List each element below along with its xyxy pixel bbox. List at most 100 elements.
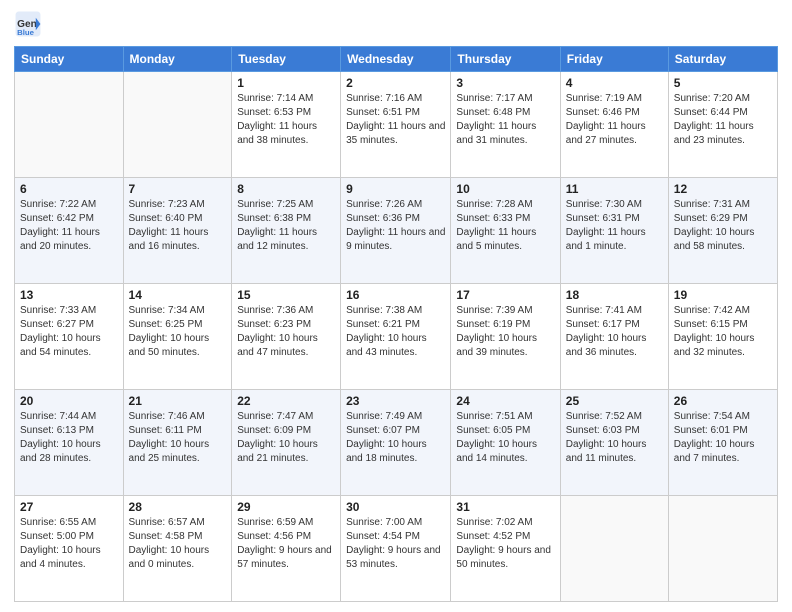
cell-day-number: 1	[237, 76, 335, 90]
weekday-wednesday: Wednesday	[341, 47, 451, 72]
calendar-cell	[15, 72, 124, 178]
cell-sun-info: Sunrise: 7:30 AMSunset: 6:31 PMDaylight:…	[566, 198, 663, 254]
calendar-cell: 17 Sunrise: 7:39 AMSunset: 6:19 PMDayligh…	[451, 284, 560, 390]
calendar-cell	[123, 72, 232, 178]
cell-day-number: 26	[674, 394, 772, 408]
calendar-cell: 9 Sunrise: 7:26 AMSunset: 6:36 PMDaylight…	[341, 178, 451, 284]
cell-day-number: 4	[566, 76, 663, 90]
cell-day-number: 11	[566, 182, 663, 196]
calendar-cell: 11 Sunrise: 7:30 AMSunset: 6:31 PMDayligh…	[560, 178, 668, 284]
logo: Gen Blue	[14, 10, 46, 38]
calendar-cell: 28Sunrise: 6:57 AMSunset: 4:58 PMDayligh…	[123, 496, 232, 602]
weekday-header-row: SundayMondayTuesdayWednesdayThursdayFrid…	[15, 47, 778, 72]
cell-sun-info: Sunrise: 7:14 AMSunset: 6:53 PMDaylight:…	[237, 92, 335, 148]
weekday-monday: Monday	[123, 47, 232, 72]
cell-sun-info: Sunrise: 6:55 AMSunset: 5:00 PMDaylight:…	[20, 516, 118, 572]
calendar-cell: 29 Sunrise: 6:59 AMSunset: 4:56 PMDayligh…	[232, 496, 341, 602]
weekday-tuesday: Tuesday	[232, 47, 341, 72]
cell-sun-info: Sunrise: 7:20 AMSunset: 6:44 PMDaylight:…	[674, 92, 772, 148]
weekday-friday: Friday	[560, 47, 668, 72]
cell-sun-info: Sunrise: 7:41 AMSunset: 6:17 PMDaylight:…	[566, 304, 663, 360]
calendar-cell: 19Sunrise: 7:42 AMSunset: 6:15 PMDayligh…	[668, 284, 777, 390]
cell-day-number: 5	[674, 76, 772, 90]
calendar-cell: 5 Sunrise: 7:20 AMSunset: 6:44 PMDaylight…	[668, 72, 777, 178]
calendar-cell: 31Sunrise: 7:02 AMSunset: 4:52 PMDayligh…	[451, 496, 560, 602]
calendar-cell: 27 Sunrise: 6:55 AMSunset: 5:00 PMDayligh…	[15, 496, 124, 602]
calendar-cell	[560, 496, 668, 602]
cell-day-number: 29	[237, 500, 335, 514]
cell-day-number: 3	[456, 76, 554, 90]
calendar-cell: 6 Sunrise: 7:22 AMSunset: 6:42 PMDaylight…	[15, 178, 124, 284]
cell-sun-info: Sunrise: 7:28 AMSunset: 6:33 PMDaylight:…	[456, 198, 554, 254]
week-row-2: 6 Sunrise: 7:22 AMSunset: 6:42 PMDaylight…	[15, 178, 778, 284]
week-row-3: 13 Sunrise: 7:33 AMSunset: 6:27 PMDayligh…	[15, 284, 778, 390]
calendar-cell: 13 Sunrise: 7:33 AMSunset: 6:27 PMDayligh…	[15, 284, 124, 390]
cell-day-number: 18	[566, 288, 663, 302]
calendar-cell: 8Sunrise: 7:25 AMSunset: 6:38 PMDaylight…	[232, 178, 341, 284]
cell-day-number: 9	[346, 182, 445, 196]
calendar-cell: 1 Sunrise: 7:14 AMSunset: 6:53 PMDaylight…	[232, 72, 341, 178]
calendar-cell: 12 Sunrise: 7:31 AMSunset: 6:29 PMDayligh…	[668, 178, 777, 284]
cell-sun-info: Sunrise: 7:49 AMSunset: 6:07 PMDaylight:…	[346, 410, 445, 466]
cell-day-number: 16	[346, 288, 445, 302]
calendar-table: SundayMondayTuesdayWednesdayThursdayFrid…	[14, 46, 778, 602]
cell-day-number: 24	[456, 394, 554, 408]
cell-sun-info: Sunrise: 7:34 AMSunset: 6:25 PMDaylight:…	[129, 304, 227, 360]
cell-day-number: 30	[346, 500, 445, 514]
cell-day-number: 23	[346, 394, 445, 408]
calendar-cell: 4 Sunrise: 7:19 AMSunset: 6:46 PMDaylight…	[560, 72, 668, 178]
cell-day-number: 13	[20, 288, 118, 302]
cell-day-number: 7	[129, 182, 227, 196]
cell-day-number: 25	[566, 394, 663, 408]
cell-sun-info: Sunrise: 7:22 AMSunset: 6:42 PMDaylight:…	[20, 198, 118, 254]
cell-sun-info: Sunrise: 7:39 AMSunset: 6:19 PMDaylight:…	[456, 304, 554, 360]
cell-day-number: 14	[129, 288, 227, 302]
cell-day-number: 10	[456, 182, 554, 196]
calendar-cell: 25Sunrise: 7:52 AMSunset: 6:03 PMDayligh…	[560, 390, 668, 496]
logo-icon: Gen Blue	[14, 10, 42, 38]
cell-sun-info: Sunrise: 7:36 AMSunset: 6:23 PMDaylight:…	[237, 304, 335, 360]
calendar-cell: 20 Sunrise: 7:44 AMSunset: 6:13 PMDayligh…	[15, 390, 124, 496]
page: Gen Blue SundayMondayTuesdayWednesdayThu…	[0, 0, 792, 612]
calendar-cell: 7Sunrise: 7:23 AMSunset: 6:40 PMDaylight…	[123, 178, 232, 284]
cell-sun-info: Sunrise: 7:44 AMSunset: 6:13 PMDaylight:…	[20, 410, 118, 466]
cell-sun-info: Sunrise: 7:38 AMSunset: 6:21 PMDaylight:…	[346, 304, 445, 360]
cell-day-number: 27	[20, 500, 118, 514]
calendar-cell: 30 Sunrise: 7:00 AMSunset: 4:54 PMDayligh…	[341, 496, 451, 602]
cell-day-number: 15	[237, 288, 335, 302]
week-row-1: 1 Sunrise: 7:14 AMSunset: 6:53 PMDaylight…	[15, 72, 778, 178]
calendar-cell: 24Sunrise: 7:51 AMSunset: 6:05 PMDayligh…	[451, 390, 560, 496]
cell-sun-info: Sunrise: 7:17 AMSunset: 6:48 PMDaylight:…	[456, 92, 554, 148]
cell-sun-info: Sunrise: 7:46 AMSunset: 6:11 PMDaylight:…	[129, 410, 227, 466]
calendar-cell: 3 Sunrise: 7:17 AMSunset: 6:48 PMDaylight…	[451, 72, 560, 178]
cell-day-number: 21	[129, 394, 227, 408]
cell-day-number: 12	[674, 182, 772, 196]
calendar-cell: 10 Sunrise: 7:28 AMSunset: 6:33 PMDayligh…	[451, 178, 560, 284]
calendar-cell	[668, 496, 777, 602]
calendar-cell: 26 Sunrise: 7:54 AMSunset: 6:01 PMDayligh…	[668, 390, 777, 496]
cell-day-number: 2	[346, 76, 445, 90]
cell-day-number: 6	[20, 182, 118, 196]
calendar-cell: 22Sunrise: 7:47 AMSunset: 6:09 PMDayligh…	[232, 390, 341, 496]
cell-sun-info: Sunrise: 7:19 AMSunset: 6:46 PMDaylight:…	[566, 92, 663, 148]
cell-day-number: 20	[20, 394, 118, 408]
cell-sun-info: Sunrise: 7:31 AMSunset: 6:29 PMDaylight:…	[674, 198, 772, 254]
cell-sun-info: Sunrise: 7:00 AMSunset: 4:54 PMDaylight:…	[346, 516, 445, 572]
cell-sun-info: Sunrise: 7:54 AMSunset: 6:01 PMDaylight:…	[674, 410, 772, 466]
weekday-sunday: Sunday	[15, 47, 124, 72]
calendar-cell: 21 Sunrise: 7:46 AMSunset: 6:11 PMDayligh…	[123, 390, 232, 496]
cell-sun-info: Sunrise: 7:16 AMSunset: 6:51 PMDaylight:…	[346, 92, 445, 148]
cell-sun-info: Sunrise: 7:25 AMSunset: 6:38 PMDaylight:…	[237, 198, 335, 254]
cell-day-number: 17	[456, 288, 554, 302]
calendar-cell: 16 Sunrise: 7:38 AMSunset: 6:21 PMDayligh…	[341, 284, 451, 390]
cell-sun-info: Sunrise: 6:59 AMSunset: 4:56 PMDaylight:…	[237, 516, 335, 572]
cell-sun-info: Sunrise: 7:26 AMSunset: 6:36 PMDaylight:…	[346, 198, 445, 254]
cell-sun-info: Sunrise: 7:42 AMSunset: 6:15 PMDaylight:…	[674, 304, 772, 360]
calendar-cell: 23 Sunrise: 7:49 AMSunset: 6:07 PMDayligh…	[341, 390, 451, 496]
calendar-cell: 18 Sunrise: 7:41 AMSunset: 6:17 PMDayligh…	[560, 284, 668, 390]
calendar-cell: 14 Sunrise: 7:34 AMSunset: 6:25 PMDayligh…	[123, 284, 232, 390]
weekday-thursday: Thursday	[451, 47, 560, 72]
cell-sun-info: Sunrise: 7:33 AMSunset: 6:27 PMDaylight:…	[20, 304, 118, 360]
cell-day-number: 31	[456, 500, 554, 514]
week-row-5: 27 Sunrise: 6:55 AMSunset: 5:00 PMDayligh…	[15, 496, 778, 602]
